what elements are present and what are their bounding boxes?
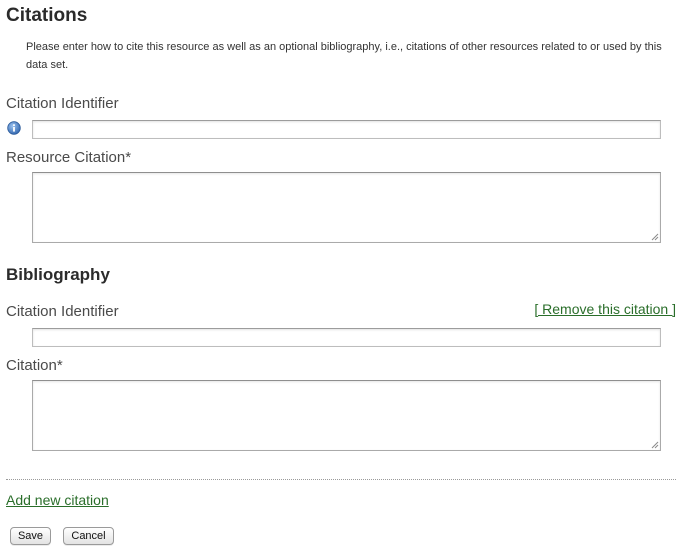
resize-grip-icon[interactable] (651, 441, 659, 449)
bibliography-citation-textarea[interactable] (32, 380, 661, 451)
citations-intro-text: Please enter how to cite this resource a… (26, 41, 662, 71)
bibliography-citation-identifier-label: Citation Identifier (6, 303, 119, 320)
bibliography-title: Bibliography (6, 265, 110, 284)
cancel-button[interactable]: Cancel (63, 527, 114, 545)
remove-citation-link[interactable]: [ Remove this citation ] (534, 300, 676, 318)
resource-citation-textarea[interactable] (32, 172, 661, 243)
resource-citation-label: Resource Citation* (6, 149, 132, 166)
citations-title: Citations (6, 5, 88, 26)
info-icon[interactable] (7, 121, 21, 135)
bibliography-citation-identifier-input[interactable] (32, 328, 661, 347)
citation-identifier-input[interactable] (32, 120, 661, 139)
add-new-citation-link[interactable]: Add new citation (6, 491, 109, 509)
bibliography-citation-label: Citation* (6, 357, 63, 374)
save-button[interactable]: Save (10, 527, 51, 545)
citation-identifier-label: Citation Identifier (6, 95, 119, 112)
section-divider (6, 479, 676, 480)
resize-grip-icon[interactable] (651, 233, 659, 241)
